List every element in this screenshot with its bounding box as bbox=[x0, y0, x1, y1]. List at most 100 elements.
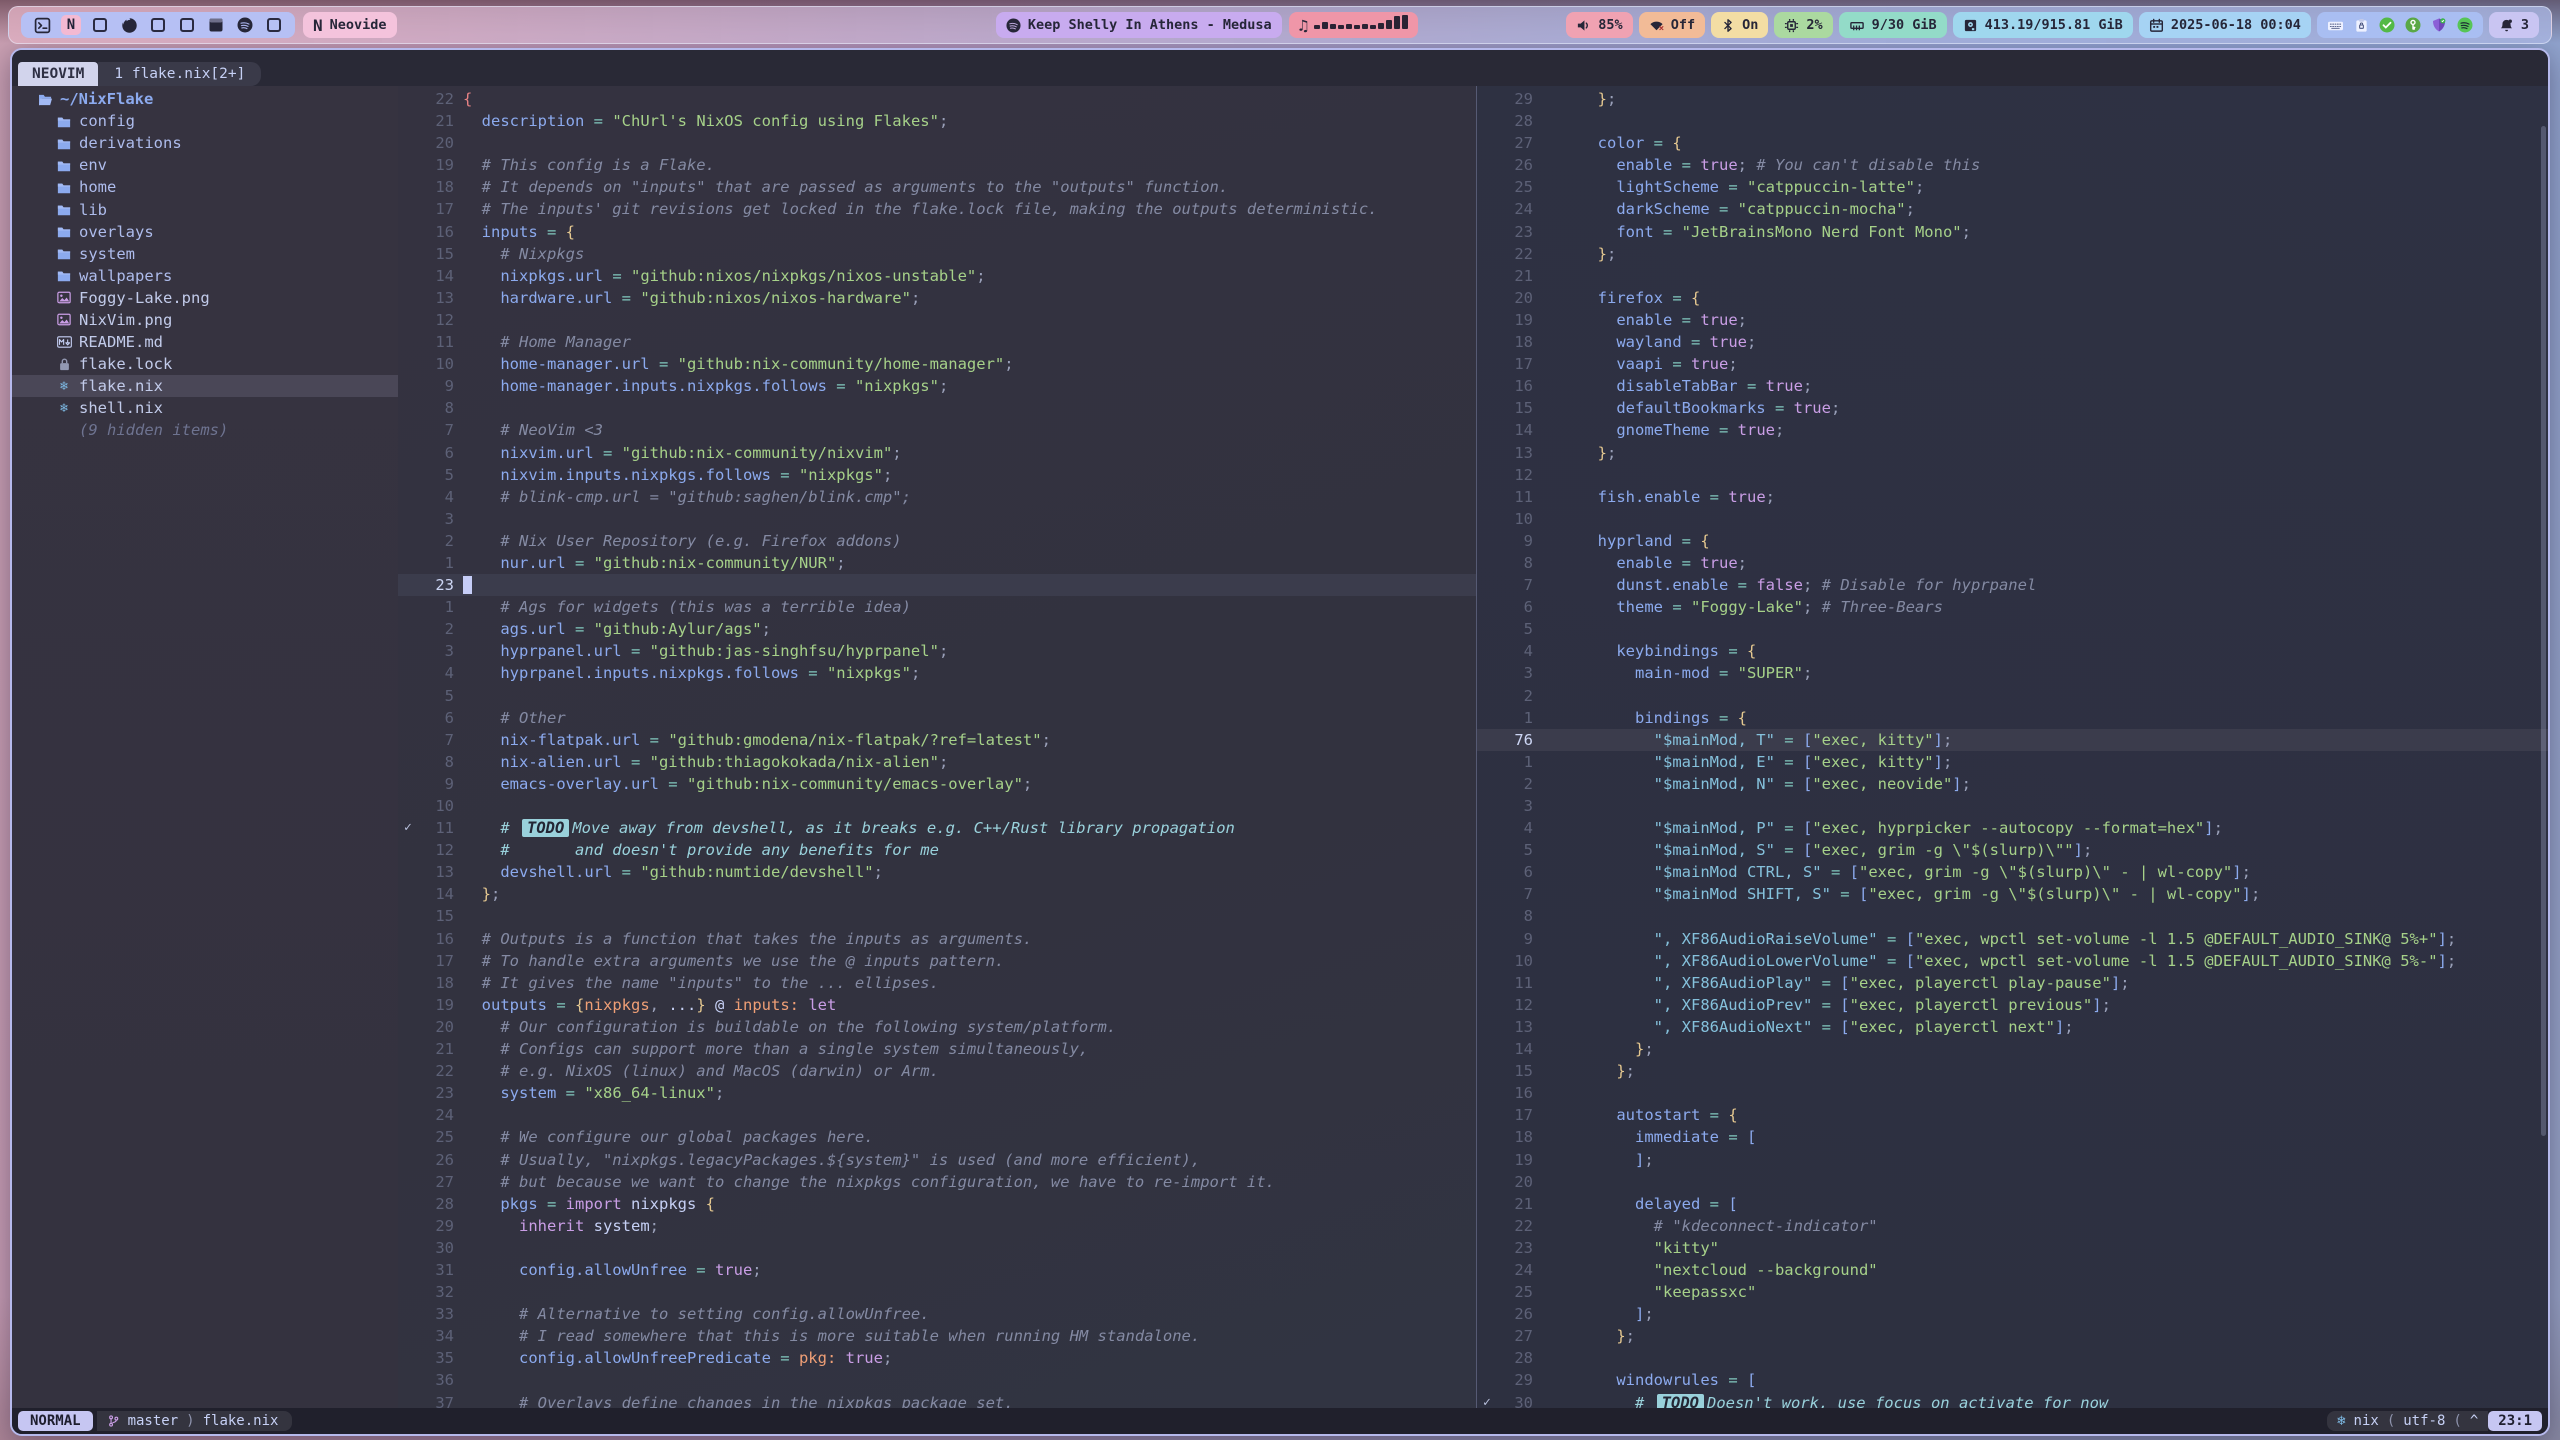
code-line[interactable]: 17 # The inputs' git revisions get locke… bbox=[398, 198, 1476, 220]
code-line[interactable]: 26 ]; bbox=[1477, 1303, 2548, 1325]
code-line[interactable]: ✓11 # TODOMove away from devshell, as it… bbox=[398, 817, 1476, 839]
code-line[interactable]: 20 firefox = { bbox=[1477, 287, 2548, 309]
code-line[interactable]: 29 windowrules = [ bbox=[1477, 1369, 2548, 1391]
tree-item-wallpapers[interactable]: wallpapers bbox=[12, 265, 398, 287]
code-line[interactable]: 5 bbox=[398, 685, 1476, 707]
active-window-title-pill[interactable]: N Neovide bbox=[303, 12, 397, 38]
code-line[interactable]: 13 devshell.url = "github:numtide/devshe… bbox=[398, 861, 1476, 883]
tree-item-derivations[interactable]: derivations bbox=[12, 132, 398, 154]
bluetooth-pill[interactable]: On bbox=[1711, 12, 1768, 38]
now-playing-pill[interactable]: Keep Shelly In Athens - Medusa bbox=[996, 12, 1282, 38]
code-line[interactable]: 37 # Overlays define changes in the nixp… bbox=[398, 1392, 1476, 1408]
code-line[interactable]: 15 defaultBookmarks = true; bbox=[1477, 397, 2548, 419]
code-line[interactable]: 34 # I read somewhere that this is more … bbox=[398, 1325, 1476, 1347]
code-line[interactable]: 16 # Outputs is a function that takes th… bbox=[398, 928, 1476, 950]
tree-item-config[interactable]: config bbox=[12, 110, 398, 132]
code-line[interactable]: 1 bindings = { bbox=[1477, 707, 2548, 729]
code-line[interactable]: 13 }; bbox=[1477, 442, 2548, 464]
code-line[interactable]: 14 nixpkgs.url = "github:nixos/nixpkgs/n… bbox=[398, 265, 1476, 287]
code-line[interactable]: 6 "$mainMod CTRL, S" = ["exec, grim -g \… bbox=[1477, 861, 2548, 883]
tab-buffer-flake-nix[interactable]: 1 flake.nix[2+] bbox=[98, 62, 261, 86]
code-line[interactable]: 4 keybindings = { bbox=[1477, 640, 2548, 662]
tree-item-foggy-lake.png[interactable]: Foggy-Lake.png bbox=[12, 287, 398, 309]
wifi-pill[interactable]: Off bbox=[1639, 12, 1705, 38]
code-line[interactable]: 5 nixvim.inputs.nixpkgs.follows = "nixpk… bbox=[398, 464, 1476, 486]
code-line[interactable]: 20 bbox=[398, 132, 1476, 154]
code-line[interactable]: 11 ", XF86AudioPlay" = ["exec, playerctl… bbox=[1477, 972, 2548, 994]
code-line[interactable]: 1 # Ags for widgets (this was a terrible… bbox=[398, 596, 1476, 618]
code-line[interactable]: 22{ bbox=[398, 88, 1476, 110]
code-line[interactable]: 8 bbox=[1477, 905, 2548, 927]
code-line[interactable]: 19 enable = true; bbox=[1477, 309, 2548, 331]
code-line[interactable]: 27 color = { bbox=[1477, 132, 2548, 154]
code-line[interactable]: 32 bbox=[398, 1281, 1476, 1303]
code-line[interactable]: 7 dunst.enable = false; # Disable for hy… bbox=[1477, 574, 2548, 596]
code-line[interactable]: 18 wayland = true; bbox=[1477, 331, 2548, 353]
tree-item-nixvim.png[interactable]: NixVim.png bbox=[12, 309, 398, 331]
code-line[interactable]: 28 pkgs = import nixpkgs { bbox=[398, 1193, 1476, 1215]
code-line[interactable]: 6 nixvim.url = "github:nix-community/nix… bbox=[398, 442, 1476, 464]
code-line[interactable]: 16 bbox=[1477, 1082, 2548, 1104]
notifications-pill[interactable]: 3 bbox=[2489, 12, 2539, 38]
code-line[interactable]: 30 bbox=[398, 1237, 1476, 1259]
code-line[interactable]: 31 config.allowUnfree = true; bbox=[398, 1259, 1476, 1281]
code-line[interactable]: 7 nix-flatpak.url = "github:gmodena/nix-… bbox=[398, 729, 1476, 751]
tree-item-home[interactable]: home bbox=[12, 176, 398, 198]
code-line[interactable]: 23 system = "x86_64-linux"; bbox=[398, 1082, 1476, 1104]
code-line[interactable]: 24 darkScheme = "catppuccin-mocha"; bbox=[1477, 198, 2548, 220]
tree-item-nixflake[interactable]: ~/NixFlake bbox=[12, 88, 398, 110]
code-line[interactable]: 10 ", XF86AudioLowerVolume" = ["exec, wp… bbox=[1477, 950, 2548, 972]
clipboard-tray-icon[interactable] bbox=[2354, 18, 2369, 33]
code-line[interactable]: 12 ", XF86AudioPrev" = ["exec, playerctl… bbox=[1477, 994, 2548, 1016]
code-line[interactable]: 29 }; bbox=[1477, 88, 2548, 110]
workspace-kitty-icon[interactable] bbox=[206, 15, 226, 35]
code-line[interactable]: 15 bbox=[398, 905, 1476, 927]
code-line[interactable]: 27 # but because we want to change the n… bbox=[398, 1171, 1476, 1193]
code-line[interactable]: 24 bbox=[398, 1104, 1476, 1126]
code-line[interactable]: 6 theme = "Foggy-Lake"; # Three-Bears bbox=[1477, 596, 2548, 618]
code-line[interactable]: 16 disableTabBar = true; bbox=[1477, 375, 2548, 397]
code-line[interactable]: 29 inherit system; bbox=[398, 1215, 1476, 1237]
workspace-empty[interactable] bbox=[177, 15, 197, 35]
code-line[interactable]: 3 hyprpanel.url = "github:jas-singhfsu/h… bbox=[398, 640, 1476, 662]
code-line[interactable]: 26 enable = true; # You can't disable th… bbox=[1477, 154, 2548, 176]
tab-neovim[interactable]: NEOVIM bbox=[18, 62, 98, 86]
code-line[interactable]: 25 lightScheme = "catppuccin-latte"; bbox=[1477, 176, 2548, 198]
volume-pill[interactable]: 85% bbox=[1566, 12, 1632, 38]
code-line[interactable]: 14 }; bbox=[1477, 1038, 2548, 1060]
code-line[interactable]: 22 # "kdeconnect-indicator" bbox=[1477, 1215, 2548, 1237]
code-line[interactable]: 26 # Usually, "nixpkgs.legacyPackages.${… bbox=[398, 1149, 1476, 1171]
code-line[interactable]: 3 bbox=[398, 508, 1476, 530]
code-line[interactable]: 21 description = "ChUrl's NixOS config u… bbox=[398, 110, 1476, 132]
editor-pane-right[interactable]: 29 }; 2 8 27 color = {26 enable = true; # Y… bbox=[1477, 86, 2548, 1408]
code-line[interactable]: 27 }; bbox=[1477, 1325, 2548, 1347]
code-line[interactable]: 18 # It gives the name "inputs" to the .… bbox=[398, 972, 1476, 994]
code-line[interactable]: 19 # This config is a Flake. bbox=[398, 154, 1476, 176]
code-line[interactable]: 23 bbox=[398, 574, 1476, 596]
code-line[interactable]: 12 # and doesn't provide any benefits fo… bbox=[398, 839, 1476, 861]
code-line[interactable]: 2 bbox=[1477, 685, 2548, 707]
keepassxc-tray-icon[interactable] bbox=[2405, 17, 2421, 33]
disk-pill[interactable]: 413.19/915.81 GiB bbox=[1953, 12, 2133, 38]
code-line[interactable]: 24 "nextcloud --background" bbox=[1477, 1259, 2548, 1281]
workspace-spotify-icon[interactable] bbox=[235, 15, 255, 35]
tree-item-9hiddenitems[interactable]: (9 hidden items) bbox=[12, 419, 398, 441]
code-line[interactable]: 18 immediate = [ bbox=[1477, 1126, 2548, 1148]
workspace-terminal-icon[interactable] bbox=[32, 15, 52, 35]
code-line[interactable]: ✓30 # TODODoesn't work, use focus_on_act… bbox=[1477, 1392, 2548, 1408]
code-line[interactable]: 11 fish.enable = true; bbox=[1477, 486, 2548, 508]
code-line[interactable]: 14 gnomeTheme = true; bbox=[1477, 419, 2548, 441]
code-line[interactable]: 10 bbox=[398, 795, 1476, 817]
updates-ok-tray-icon[interactable] bbox=[2379, 17, 2395, 33]
code-line[interactable]: 8 bbox=[398, 397, 1476, 419]
code-line[interactable]: 4 hyprpanel.inputs.nixpkgs.follows = "ni… bbox=[398, 662, 1476, 684]
tree-item-readme.md[interactable]: README.md bbox=[12, 331, 398, 353]
scrollbar[interactable] bbox=[2541, 126, 2546, 1136]
tree-item-env[interactable]: env bbox=[12, 154, 398, 176]
code-line[interactable]: 17 # To handle extra arguments we use th… bbox=[398, 950, 1476, 972]
code-line[interactable]: 6 # Other bbox=[398, 707, 1476, 729]
vpn-tray-icon[interactable] bbox=[2431, 17, 2447, 33]
code-line[interactable]: 7 # NeoVim <3 bbox=[398, 419, 1476, 441]
code-line[interactable]: 19 outputs = {nixpkgs, ...} @ inputs: le… bbox=[398, 994, 1476, 1016]
tree-item-overlays[interactable]: overlays bbox=[12, 221, 398, 243]
